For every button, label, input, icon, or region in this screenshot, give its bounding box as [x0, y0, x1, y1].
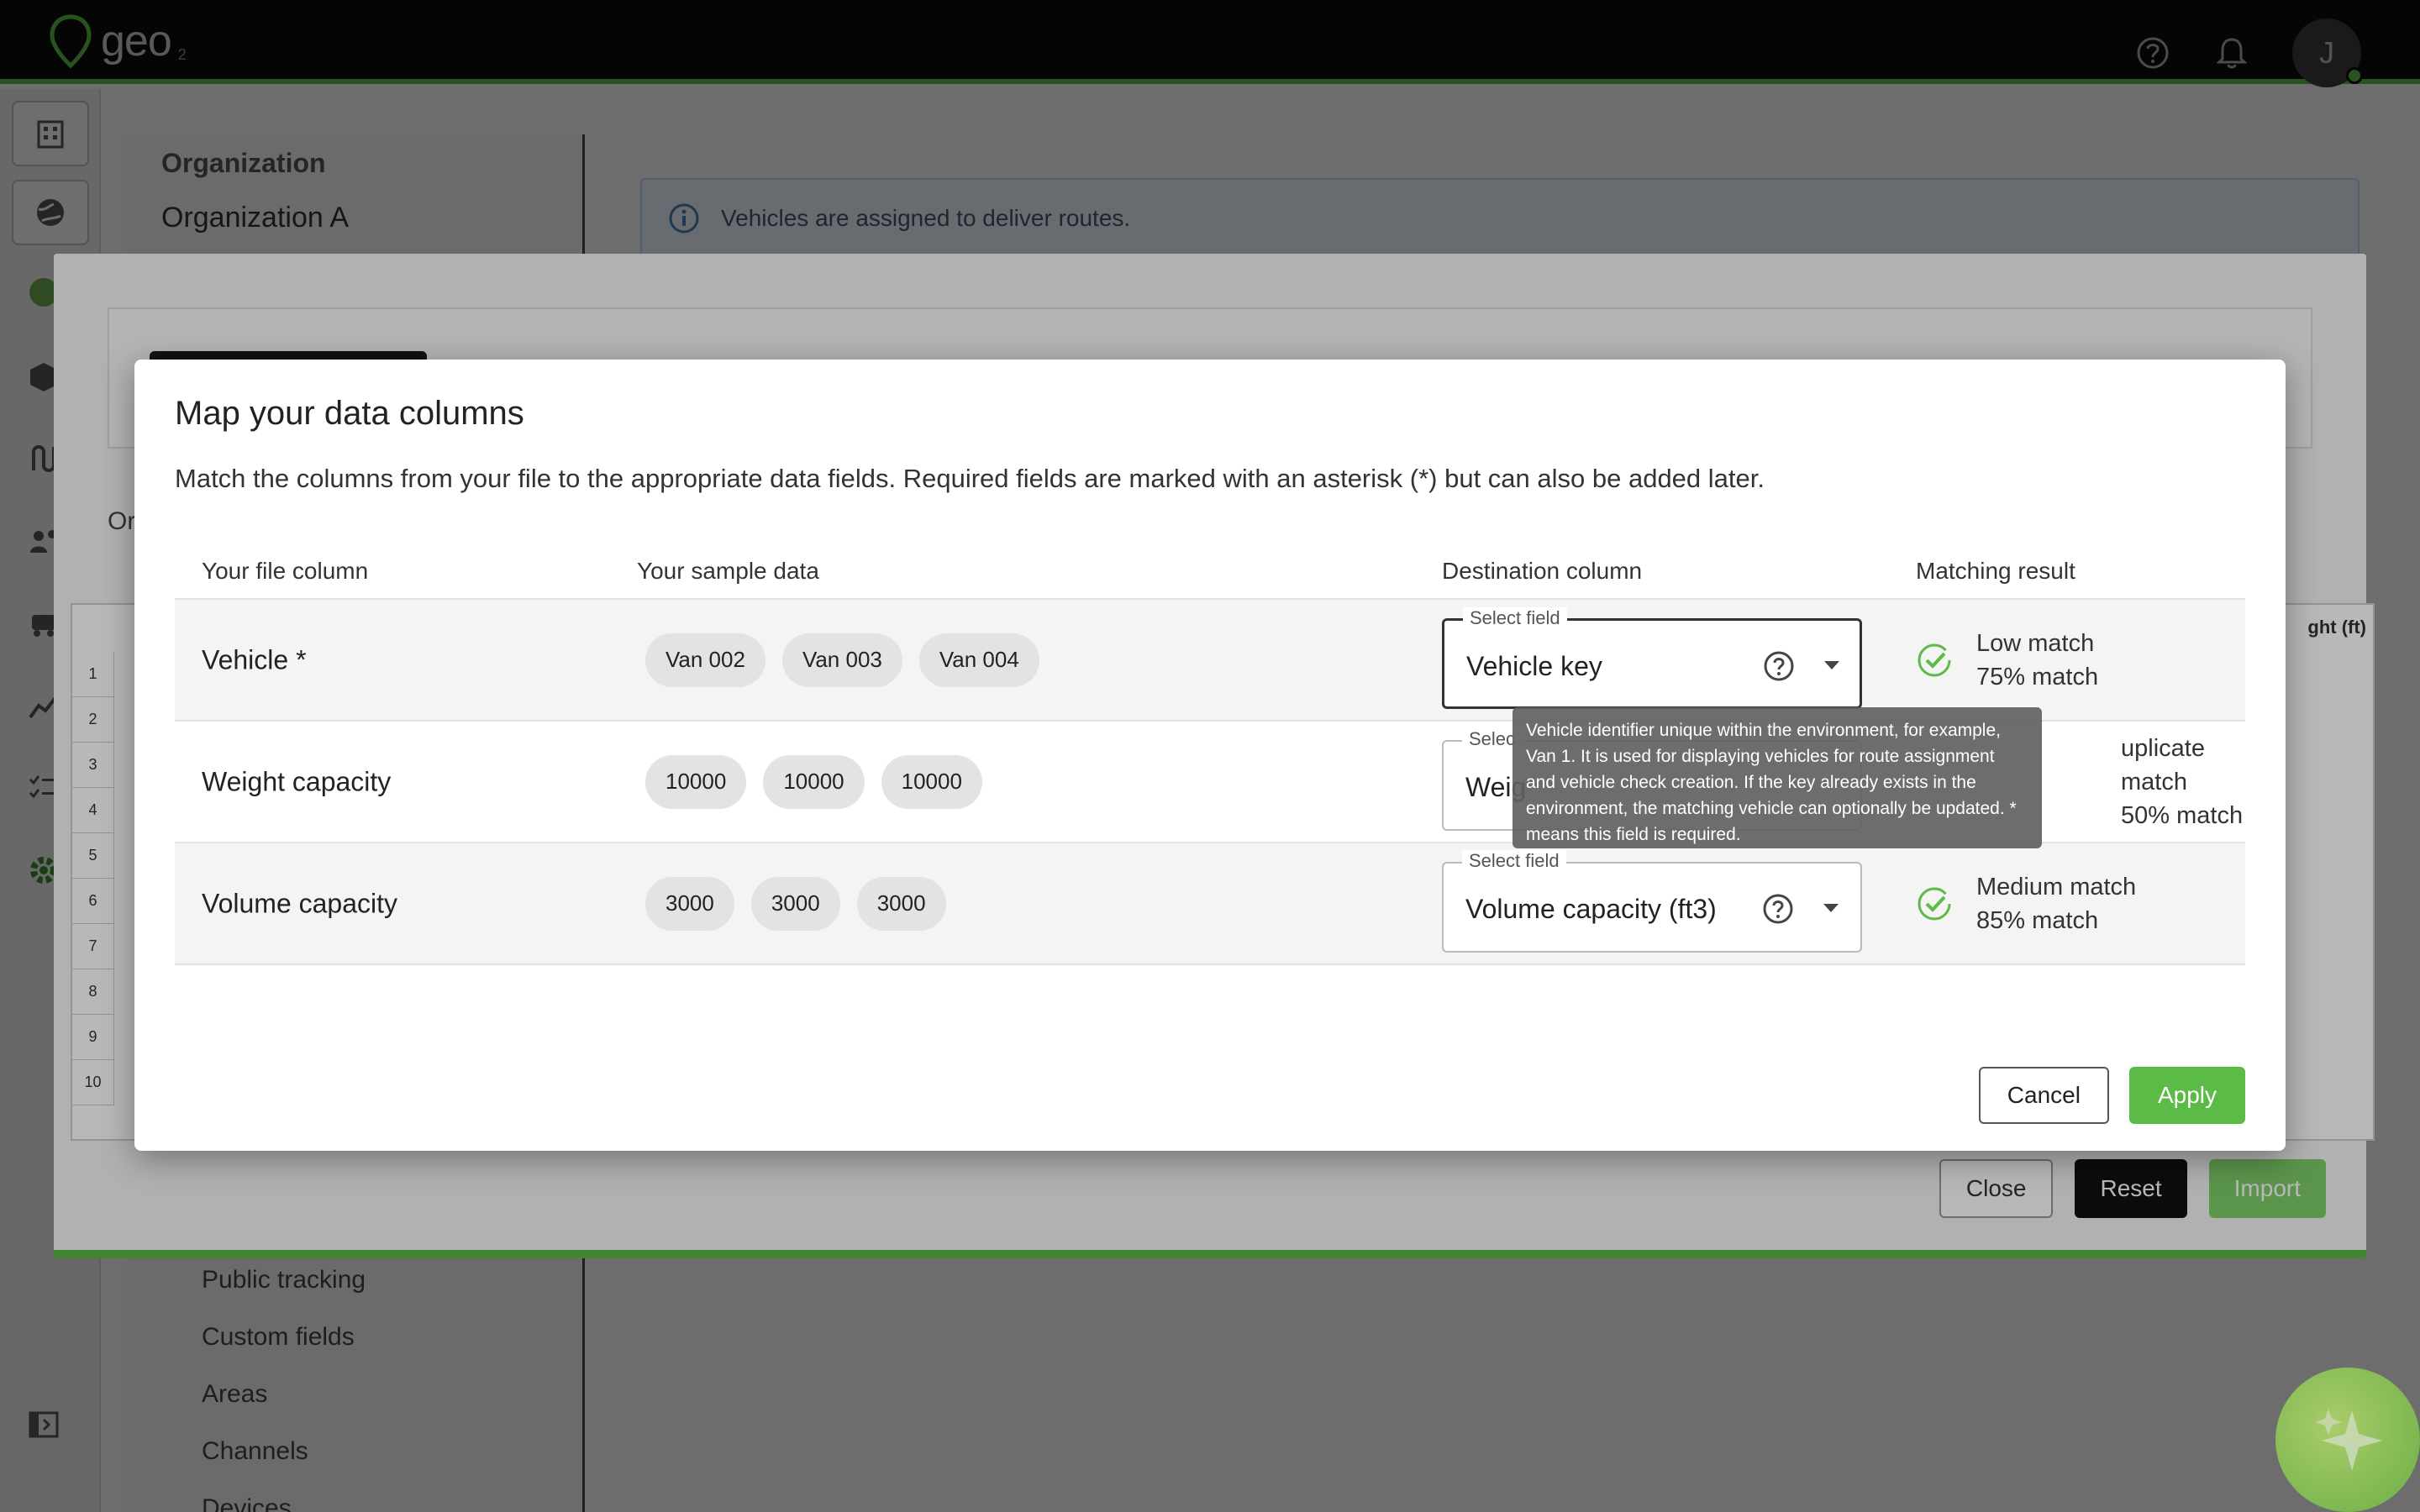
select-label: Select field	[1463, 607, 1567, 629]
file-column-name: Weight capacity	[202, 766, 392, 796]
header-file-column: Your file column	[202, 558, 369, 584]
match-result: Medium match 85% match	[1916, 870, 2136, 937]
select-value: Volume capacity (ft3)	[1465, 894, 1717, 924]
destination-select[interactable]: Select field Volume capacity (ft3)	[1442, 850, 1862, 953]
check-circle-icon	[1918, 643, 1951, 676]
match-level: Low match	[1976, 629, 2095, 657]
sample-chip: 10000	[763, 754, 865, 809]
match-percent: 85% match	[1976, 906, 2099, 934]
match-percent: 75% match	[1976, 663, 2099, 690]
chevron-down-icon[interactable]	[1824, 661, 1839, 669]
match-result: Low match 75% match	[1916, 627, 2098, 694]
table-row: Volume capacity 3000 3000 3000 Select fi…	[175, 843, 2245, 965]
dialog-description: Match the columns from your file to the …	[175, 464, 1765, 493]
cancel-button[interactable]: Cancel	[1978, 1067, 2109, 1124]
help-circle-icon[interactable]	[1762, 649, 1796, 683]
file-column-name: Volume capacity	[202, 888, 398, 918]
match-result: uplicate match 50% match	[2121, 732, 2245, 832]
dialog-title: Map your data columns	[175, 395, 524, 432]
sample-chip: Van 003	[781, 633, 902, 687]
sparkle-icon	[2315, 1409, 2382, 1471]
ai-assistant-button[interactable]	[2275, 1368, 2420, 1512]
sample-chip: 3000	[645, 876, 734, 931]
select-value: Vehicle key	[1466, 651, 1602, 681]
header-destination: Destination column	[1442, 558, 1643, 584]
apply-button[interactable]: Apply	[2128, 1067, 2245, 1124]
select-label: Select field	[1462, 850, 1566, 872]
header-matching: Matching result	[1916, 558, 2075, 584]
destination-select[interactable]: Select field Vehicle key	[1442, 607, 1862, 709]
match-percent: 50% match	[2121, 801, 2244, 829]
match-level: Medium match	[1976, 873, 2137, 900]
file-column-name: Vehicle *	[202, 644, 307, 675]
table-header: Your file column Your sample data Destin…	[175, 546, 2245, 600]
sample-chip: Van 002	[645, 633, 765, 687]
field-help-tooltip: Vehicle identifier unique within the env…	[1512, 707, 2042, 848]
sample-chip: Van 004	[918, 633, 1039, 687]
chevron-down-icon[interactable]	[1823, 904, 1839, 912]
table-row: Vehicle * Van 002 Van 003 Van 004 Select…	[175, 600, 2245, 722]
sample-chip: 3000	[750, 876, 840, 931]
header-sample-data: Your sample data	[637, 558, 819, 584]
check-circle-icon	[1918, 887, 1951, 920]
help-circle-icon[interactable]	[1761, 892, 1795, 926]
sample-chip: 3000	[856, 876, 946, 931]
match-level: uplicate match	[2121, 734, 2205, 795]
sample-chip: 10000	[645, 754, 747, 809]
sample-chip: 10000	[881, 754, 982, 809]
